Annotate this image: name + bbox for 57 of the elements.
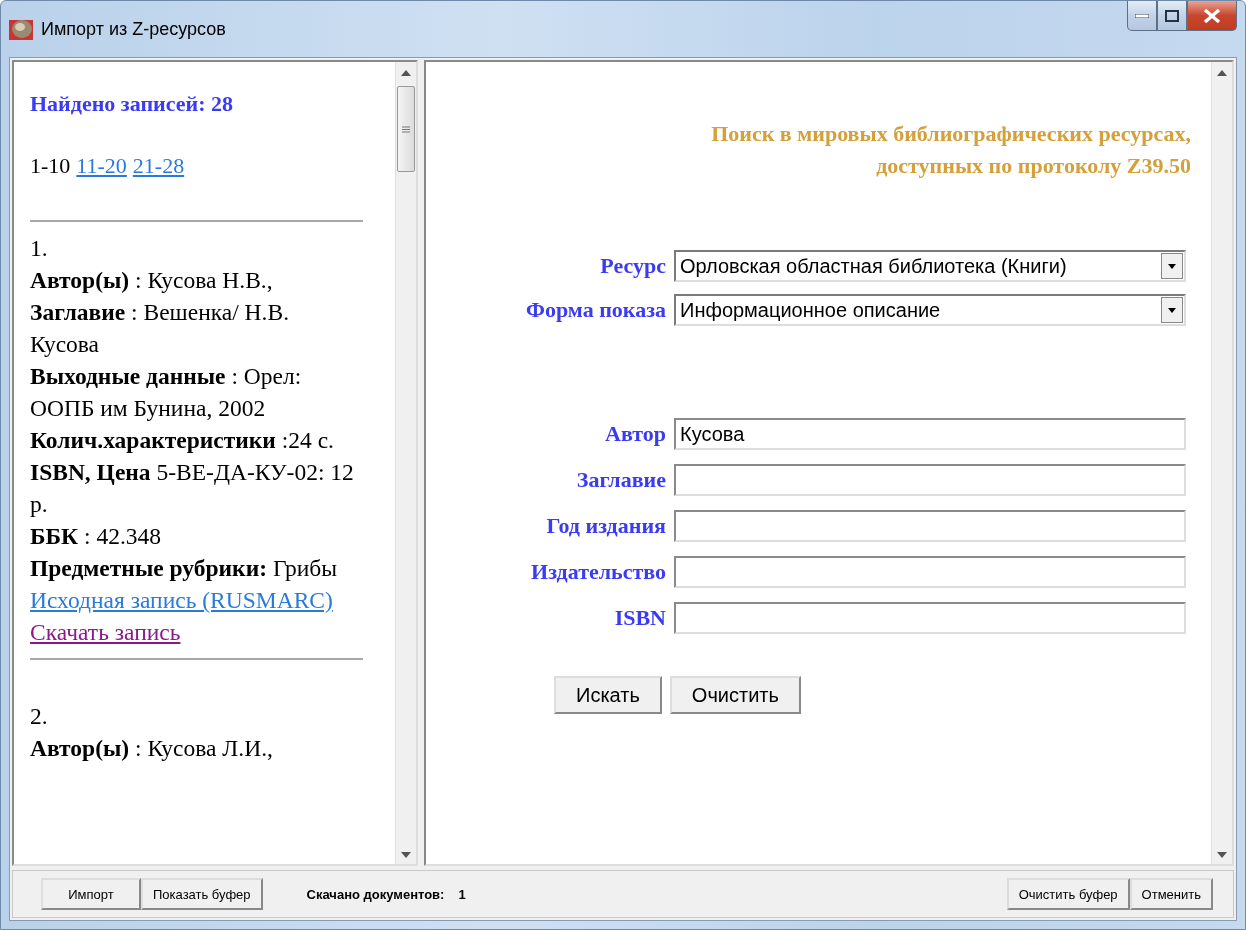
field-label: Издательство: [530, 559, 666, 585]
scrollbar[interactable]: [1211, 62, 1232, 864]
input-field[interactable]: [674, 556, 1186, 588]
cancel-button[interactable]: Отменить: [1129, 878, 1213, 910]
record-field: Заглавие : Вешенка/ Н.В. Кусова: [30, 296, 363, 360]
field-label: Заглавие: [575, 467, 666, 493]
close-button[interactable]: [1187, 1, 1237, 31]
clear-buffer-button[interactable]: Очистить буфер: [1006, 878, 1130, 910]
dropdown[interactable]: Орловская областная библиотека (Книги): [674, 250, 1186, 282]
dropdown-arrow-icon: [1168, 307, 1176, 313]
scroll-up-icon[interactable]: [1217, 70, 1227, 76]
window-title: Импорт из Z-ресурсов: [41, 18, 227, 40]
scroll-up-icon[interactable]: [401, 70, 411, 76]
field-label: Форма показа: [525, 297, 666, 323]
grip-icon: [402, 125, 410, 133]
scrollbar[interactable]: [395, 62, 416, 864]
record-link[interactable]: Скачать запись: [30, 616, 363, 648]
record-field: Предметные рубрики: Грибы: [30, 552, 363, 584]
record-field: Выходные данные : Орел: ООПБ им Бунина, 2002: [30, 360, 363, 424]
page-link[interactable]: 11-20: [76, 150, 127, 182]
field-label: Год издания: [545, 513, 666, 539]
scrollbar-thumb[interactable]: [397, 86, 415, 172]
import-button[interactable]: Импорт: [41, 878, 141, 910]
record-field: Автор(ы) : Кусова Н.В.,: [30, 264, 363, 296]
record-link[interactable]: Исходная запись (RUSMARC): [30, 584, 363, 616]
input-field[interactable]: [674, 510, 1186, 542]
dropdown[interactable]: Информационное описание: [674, 294, 1186, 326]
record-number: 1.: [30, 234, 49, 263]
search-title: Поиск в мировых библиографических ресурсах, доступных по протоколу Z39.50: [710, 120, 1191, 180]
status-value: 1: [458, 886, 466, 902]
input-field[interactable]: [674, 602, 1186, 634]
record-field: Колич.характеристики :24 с.: [30, 424, 363, 456]
maximize-icon: [1165, 9, 1179, 22]
page-link[interactable]: 21-28: [132, 150, 185, 182]
show-buffer-button[interactable]: Показать буфер: [141, 878, 263, 910]
status-label: Скачано документов:: [306, 886, 445, 902]
record-field: Автор(ы) : Кусова Л.И.,: [30, 732, 363, 764]
current-page: 1-10: [30, 152, 71, 180]
scroll-down-icon[interactable]: [401, 852, 411, 858]
clear-button[interactable]: Очистить: [669, 676, 801, 714]
record-field: ISBN, Цена 5-ВЕ-ДА-КУ-02: 12 р.: [30, 456, 363, 520]
minimize-button[interactable]: [1127, 1, 1157, 31]
dropdown-arrow-icon: [1168, 263, 1176, 269]
record-field: ББК : 42.348: [30, 520, 363, 552]
input-field[interactable]: [674, 464, 1186, 496]
input-field[interactable]: Кусова: [674, 418, 1186, 450]
close-icon: [1203, 7, 1221, 24]
app-icon: [9, 18, 33, 40]
minimize-icon: [1135, 13, 1149, 18]
scroll-down-icon[interactable]: [1217, 852, 1227, 858]
record-number: 2.: [30, 702, 49, 731]
maximize-button[interactable]: [1157, 1, 1187, 31]
results-count: Найдено записей: 28: [30, 90, 235, 118]
search-button[interactable]: Искать: [554, 676, 662, 714]
field-label: ISBN: [613, 605, 666, 631]
field-label: Ресурс: [599, 253, 666, 279]
field-label: Автор: [604, 421, 666, 447]
